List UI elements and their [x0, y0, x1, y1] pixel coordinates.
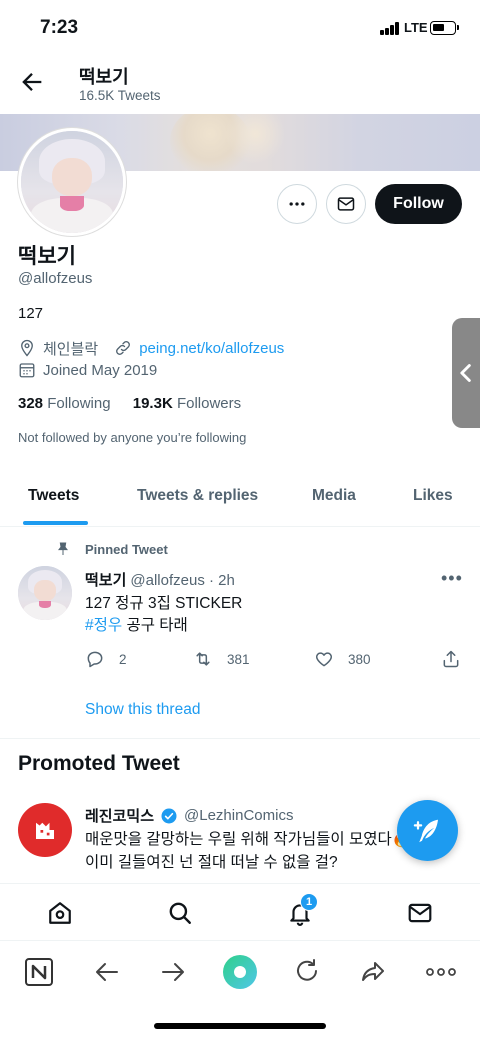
tab-tweets[interactable]: Tweets — [28, 487, 79, 505]
reply-count: 2 — [119, 651, 127, 667]
tweet-count: 16.5K Tweets — [79, 88, 161, 103]
naver-n-icon[interactable] — [24, 957, 54, 987]
tweet-line: 공구 타래 — [122, 617, 188, 634]
share-icon — [443, 650, 459, 668]
tab-media[interactable]: Media — [312, 487, 356, 505]
following-label: Following — [47, 395, 111, 412]
link-icon — [116, 341, 131, 355]
like-button[interactable]: 380 — [314, 649, 371, 669]
pin-icon — [58, 542, 68, 555]
tweet-author-avatar[interactable] — [18, 566, 72, 620]
pinned-label-text: Pinned Tweet — [85, 541, 168, 557]
promoted-section-title: Promoted Tweet — [18, 752, 180, 775]
home-icon[interactable] — [47, 900, 73, 926]
compose-feather-icon — [413, 819, 438, 842]
status-bar: 7:23 LTE — [0, 0, 480, 54]
retweet-count: 381 — [227, 651, 250, 667]
ellipsis-icon — [289, 202, 305, 206]
followers-count: 19.3K — [132, 395, 173, 412]
verified-badge-icon — [161, 808, 177, 823]
browser-back-icon[interactable] — [92, 957, 122, 987]
notification-badge: 1 — [300, 893, 318, 911]
header-title: 떡보기 — [79, 67, 129, 87]
more-options-button[interactable] — [277, 184, 317, 224]
profile-joined-row: Joined May 2019 — [18, 359, 157, 381]
show-thread-link[interactable]: Show this thread — [85, 701, 200, 719]
followers-label: Followers — [176, 395, 242, 412]
following-count: 328 — [18, 395, 44, 412]
heart-icon — [315, 652, 333, 667]
promoted-author-avatar[interactable] — [18, 803, 72, 857]
envelope-icon — [337, 197, 355, 211]
share-arrow-icon[interactable] — [358, 957, 388, 987]
profile-website-link[interactable]: peing.net/ko/allofzeus — [139, 340, 284, 357]
home-indicator[interactable] — [154, 1023, 326, 1029]
side-panel-handle[interactable] — [452, 318, 480, 428]
promoted-author-handle: @LezhinComics — [184, 807, 294, 824]
profile-handle: @allofzeus — [18, 270, 93, 287]
green-dot-button-icon[interactable] — [222, 954, 258, 990]
promoted-tweet-text: 매운맛을 갈망하는 우릴 위해 작가님들이 모였다🔥 이미 길들여진 넌 절대 … — [85, 828, 411, 874]
promoted-author-name[interactable]: 레진코믹스 — [85, 805, 154, 826]
browser-more-icon[interactable] — [424, 957, 458, 987]
profile-bio: 127 — [18, 305, 44, 322]
profile-header: 떡보기 16.5K Tweets — [0, 54, 480, 114]
profile-tabs: Tweets Tweets & replies Media Likes — [0, 465, 480, 527]
tab-likes[interactable]: Likes — [413, 487, 453, 505]
active-tab-indicator — [23, 521, 88, 525]
following-link[interactable]: 328 Following — [18, 395, 111, 412]
promoted-line: 이미 길들여진 넌 절대 떠날 수 없을 걸? — [85, 854, 338, 871]
reply-button[interactable]: 2 — [85, 649, 127, 669]
profile-avatar[interactable] — [18, 128, 126, 236]
lezhin-logo-icon — [36, 822, 54, 839]
pinned-tweet-label: Pinned Tweet — [55, 541, 168, 557]
chevron-left-icon — [460, 364, 471, 382]
location-pin-icon — [21, 339, 33, 357]
hashtag-link[interactable]: #정우 — [85, 617, 122, 634]
browser-toolbar — [0, 942, 480, 1002]
retweet-icon — [196, 652, 210, 666]
tweet-text: 127 정규 3집 STICKER #정우 공구 타래 — [85, 593, 242, 637]
profile-name: 떡보기 — [18, 245, 76, 268]
profile-joined: Joined May 2019 — [43, 361, 158, 379]
profile-location: 체인블락 — [43, 340, 99, 358]
battery-icon — [430, 21, 459, 35]
search-icon[interactable] — [167, 900, 193, 926]
reply-icon — [87, 651, 103, 668]
refresh-icon[interactable] — [292, 957, 322, 987]
back-arrow-icon[interactable] — [18, 68, 46, 96]
message-button[interactable] — [326, 184, 366, 224]
bottom-tab-bar — [0, 883, 480, 941]
tab-tweets-replies[interactable]: Tweets & replies — [137, 487, 258, 505]
tweet-header: 떡보기 @allofzeus · 2h — [85, 569, 235, 590]
divider — [0, 738, 480, 739]
share-button[interactable] — [441, 649, 475, 669]
follow-counts: 328 Following 19.3K Followers — [18, 395, 241, 412]
tweet-line: 127 정규 3집 STICKER — [85, 595, 243, 612]
promoted-line: 매운맛을 갈망하는 우릴 위해 작가님들이 모였다🔥 — [85, 831, 412, 848]
status-time: 7:23 — [40, 17, 79, 38]
compose-tweet-button[interactable] — [397, 800, 458, 861]
network-label: LTE — [404, 20, 428, 35]
promoted-tweet-header: 레진코믹스 @LezhinComics — [85, 805, 293, 826]
follow-button[interactable]: Follow — [375, 184, 462, 224]
calendar-icon — [19, 363, 35, 378]
browser-forward-icon[interactable] — [158, 957, 188, 987]
signal-icon — [380, 22, 400, 35]
tweet-author-handle: @allofzeus · 2h — [130, 572, 235, 589]
retweet-button[interactable]: 381 — [193, 649, 250, 669]
profile-meta-row: 체인블락 peing.net/ko/allofzeus — [18, 337, 284, 359]
not-followed-note: Not followed by anyone you’re following — [18, 430, 247, 445]
like-count: 380 — [348, 651, 371, 667]
tweet-author-name[interactable]: 떡보기 — [85, 572, 126, 589]
followers-link[interactable]: 19.3K Followers — [133, 395, 241, 412]
tweet-more-icon[interactable]: ••• — [441, 568, 463, 589]
messages-icon[interactable] — [407, 900, 433, 926]
